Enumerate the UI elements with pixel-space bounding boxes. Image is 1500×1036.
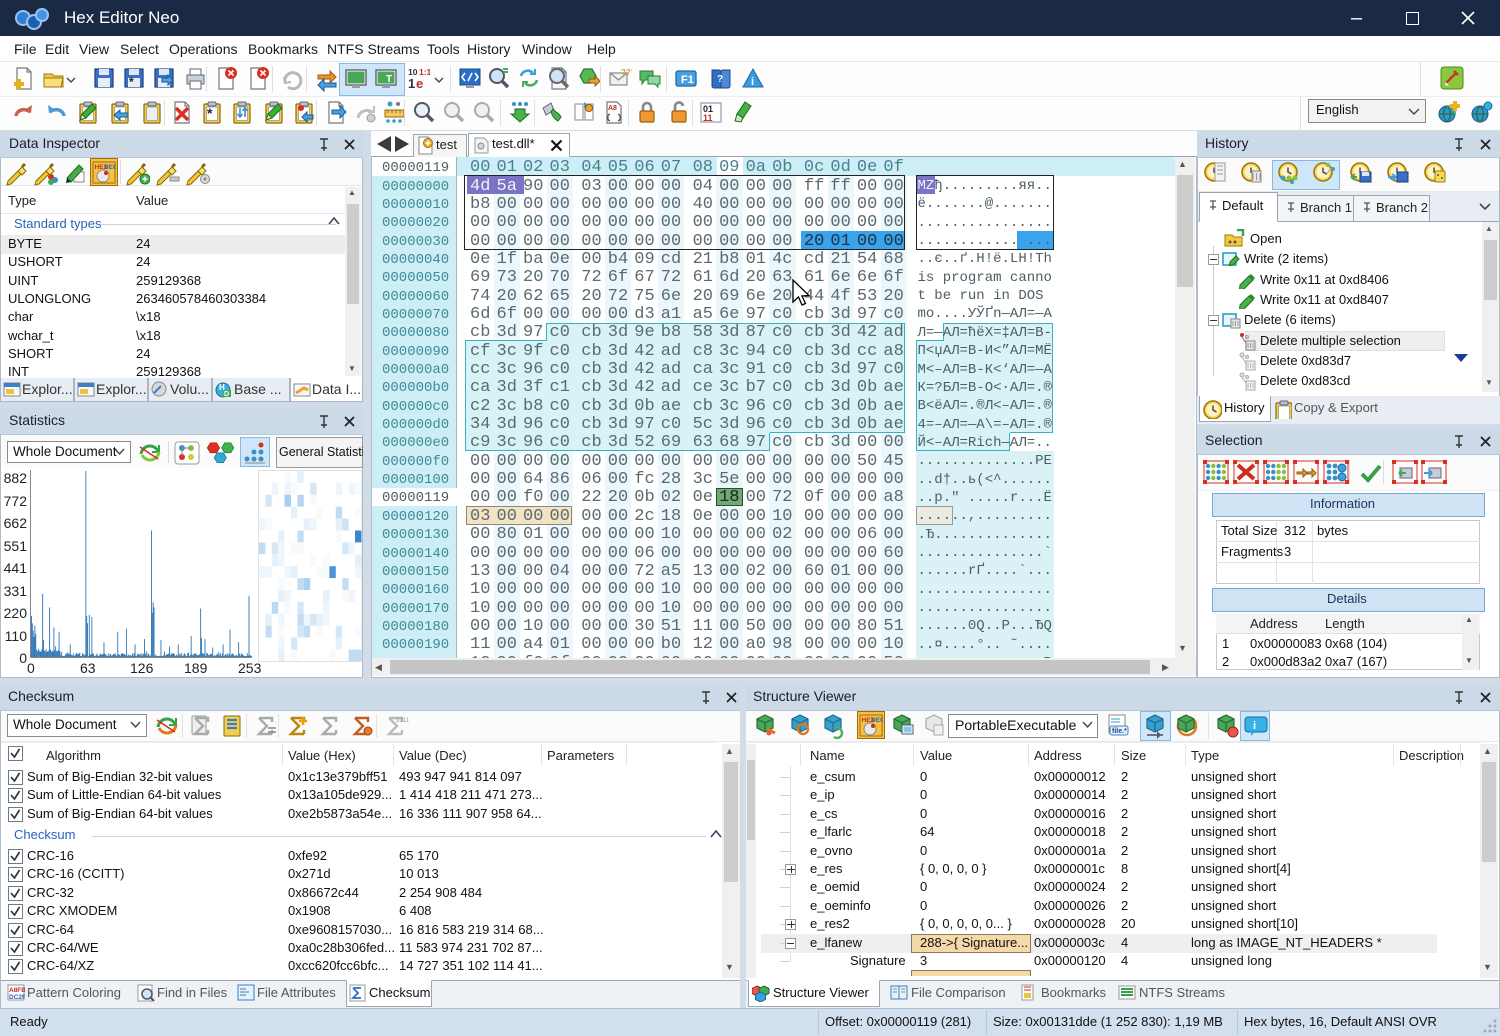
svg-text:e: e bbox=[416, 76, 423, 91]
svg-text:A8: A8 bbox=[608, 105, 617, 112]
svg-text:T: T bbox=[386, 74, 392, 85]
svg-text:?: ? bbox=[717, 74, 723, 85]
svg-text:*: * bbox=[129, 75, 134, 89]
svg-text:i: i bbox=[1253, 720, 1256, 732]
svg-text:???: ??? bbox=[621, 68, 632, 77]
svg-text:i: i bbox=[751, 76, 754, 88]
svg-text:D: D bbox=[224, 391, 229, 398]
svg-text:file.*: file.* bbox=[1112, 728, 1127, 735]
svg-text:11: 11 bbox=[703, 113, 713, 123]
svg-text:A8FB: A8FB bbox=[9, 987, 25, 994]
svg-text:1: 1 bbox=[408, 76, 415, 91]
svg-text:DEC: DEC bbox=[871, 717, 883, 724]
svg-text:1011: 1011 bbox=[396, 718, 410, 724]
svg-text:DEC: DEC bbox=[104, 164, 116, 171]
svg-text:*: * bbox=[207, 105, 213, 121]
svg-text:F1: F1 bbox=[681, 74, 694, 86]
svg-text:DC2F: DC2F bbox=[9, 994, 25, 1001]
